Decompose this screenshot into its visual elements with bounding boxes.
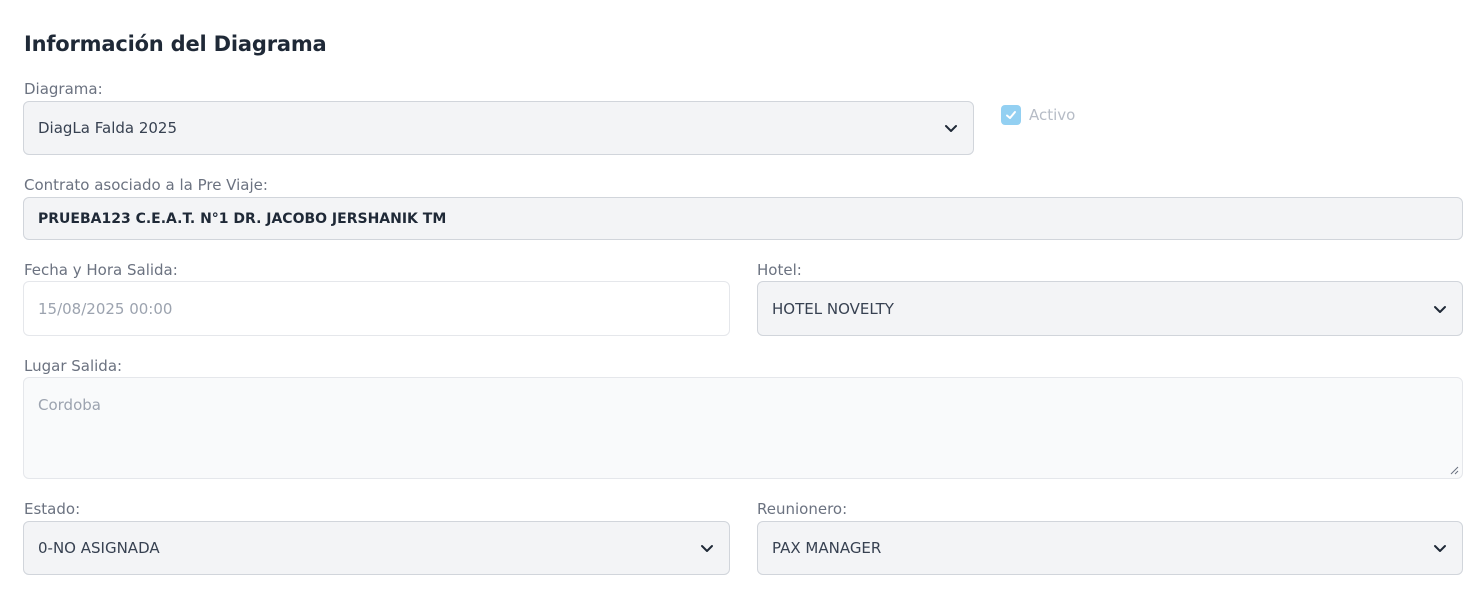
estado-value: 0-NO ASIGNADA <box>38 539 160 557</box>
contrato-label: Contrato asociado a la Pre Viaje: <box>24 176 268 194</box>
chevron-down-icon <box>1434 545 1446 552</box>
diagrama-value: DiagLa Falda 2025 <box>38 119 178 137</box>
reunionero-value: PAX MANAGER <box>772 539 882 557</box>
lugar-value: Cordoba <box>38 396 101 414</box>
hotel-select[interactable]: HOTEL NOVELTY <box>757 281 1463 336</box>
contrato-field[interactable]: PRUEBA123 C.E.A.T. N°1 DR. JACOBO JERSHA… <box>23 197 1463 240</box>
lugar-textarea[interactable]: Cordoba <box>23 377 1463 479</box>
contrato-value: PRUEBA123 C.E.A.T. N°1 DR. JACOBO JERSHA… <box>38 210 447 227</box>
hotel-value: HOTEL NOVELTY <box>772 299 894 318</box>
activo-checkbox[interactable] <box>1001 105 1021 125</box>
hotel-label: Hotel: <box>757 261 802 279</box>
check-icon <box>1006 111 1016 119</box>
chevron-down-icon <box>701 545 713 552</box>
reunionero-label: Reunionero: <box>757 500 848 518</box>
chevron-down-icon <box>945 125 957 132</box>
activo-checkbox-group[interactable]: Activo <box>1001 105 1075 125</box>
resize-handle-icon[interactable] <box>1449 465 1459 475</box>
diagrama-label: Diagrama: <box>24 80 103 98</box>
estado-label: Estado: <box>24 500 81 518</box>
chevron-down-icon <box>1434 305 1446 313</box>
activo-label: Activo <box>1029 106 1076 124</box>
diagrama-select[interactable]: DiagLa Falda 2025 <box>23 101 974 155</box>
fecha-value: 15/08/2025 00:00 <box>38 299 173 318</box>
fecha-label: Fecha y Hora Salida: <box>24 261 178 279</box>
estado-select[interactable]: 0-NO ASIGNADA <box>23 521 730 575</box>
section-title: Información del Diagrama <box>24 32 327 56</box>
reunionero-select[interactable]: PAX MANAGER <box>757 521 1463 575</box>
fecha-input[interactable]: 15/08/2025 00:00 <box>23 281 730 336</box>
lugar-label: Lugar Salida: <box>24 357 123 375</box>
